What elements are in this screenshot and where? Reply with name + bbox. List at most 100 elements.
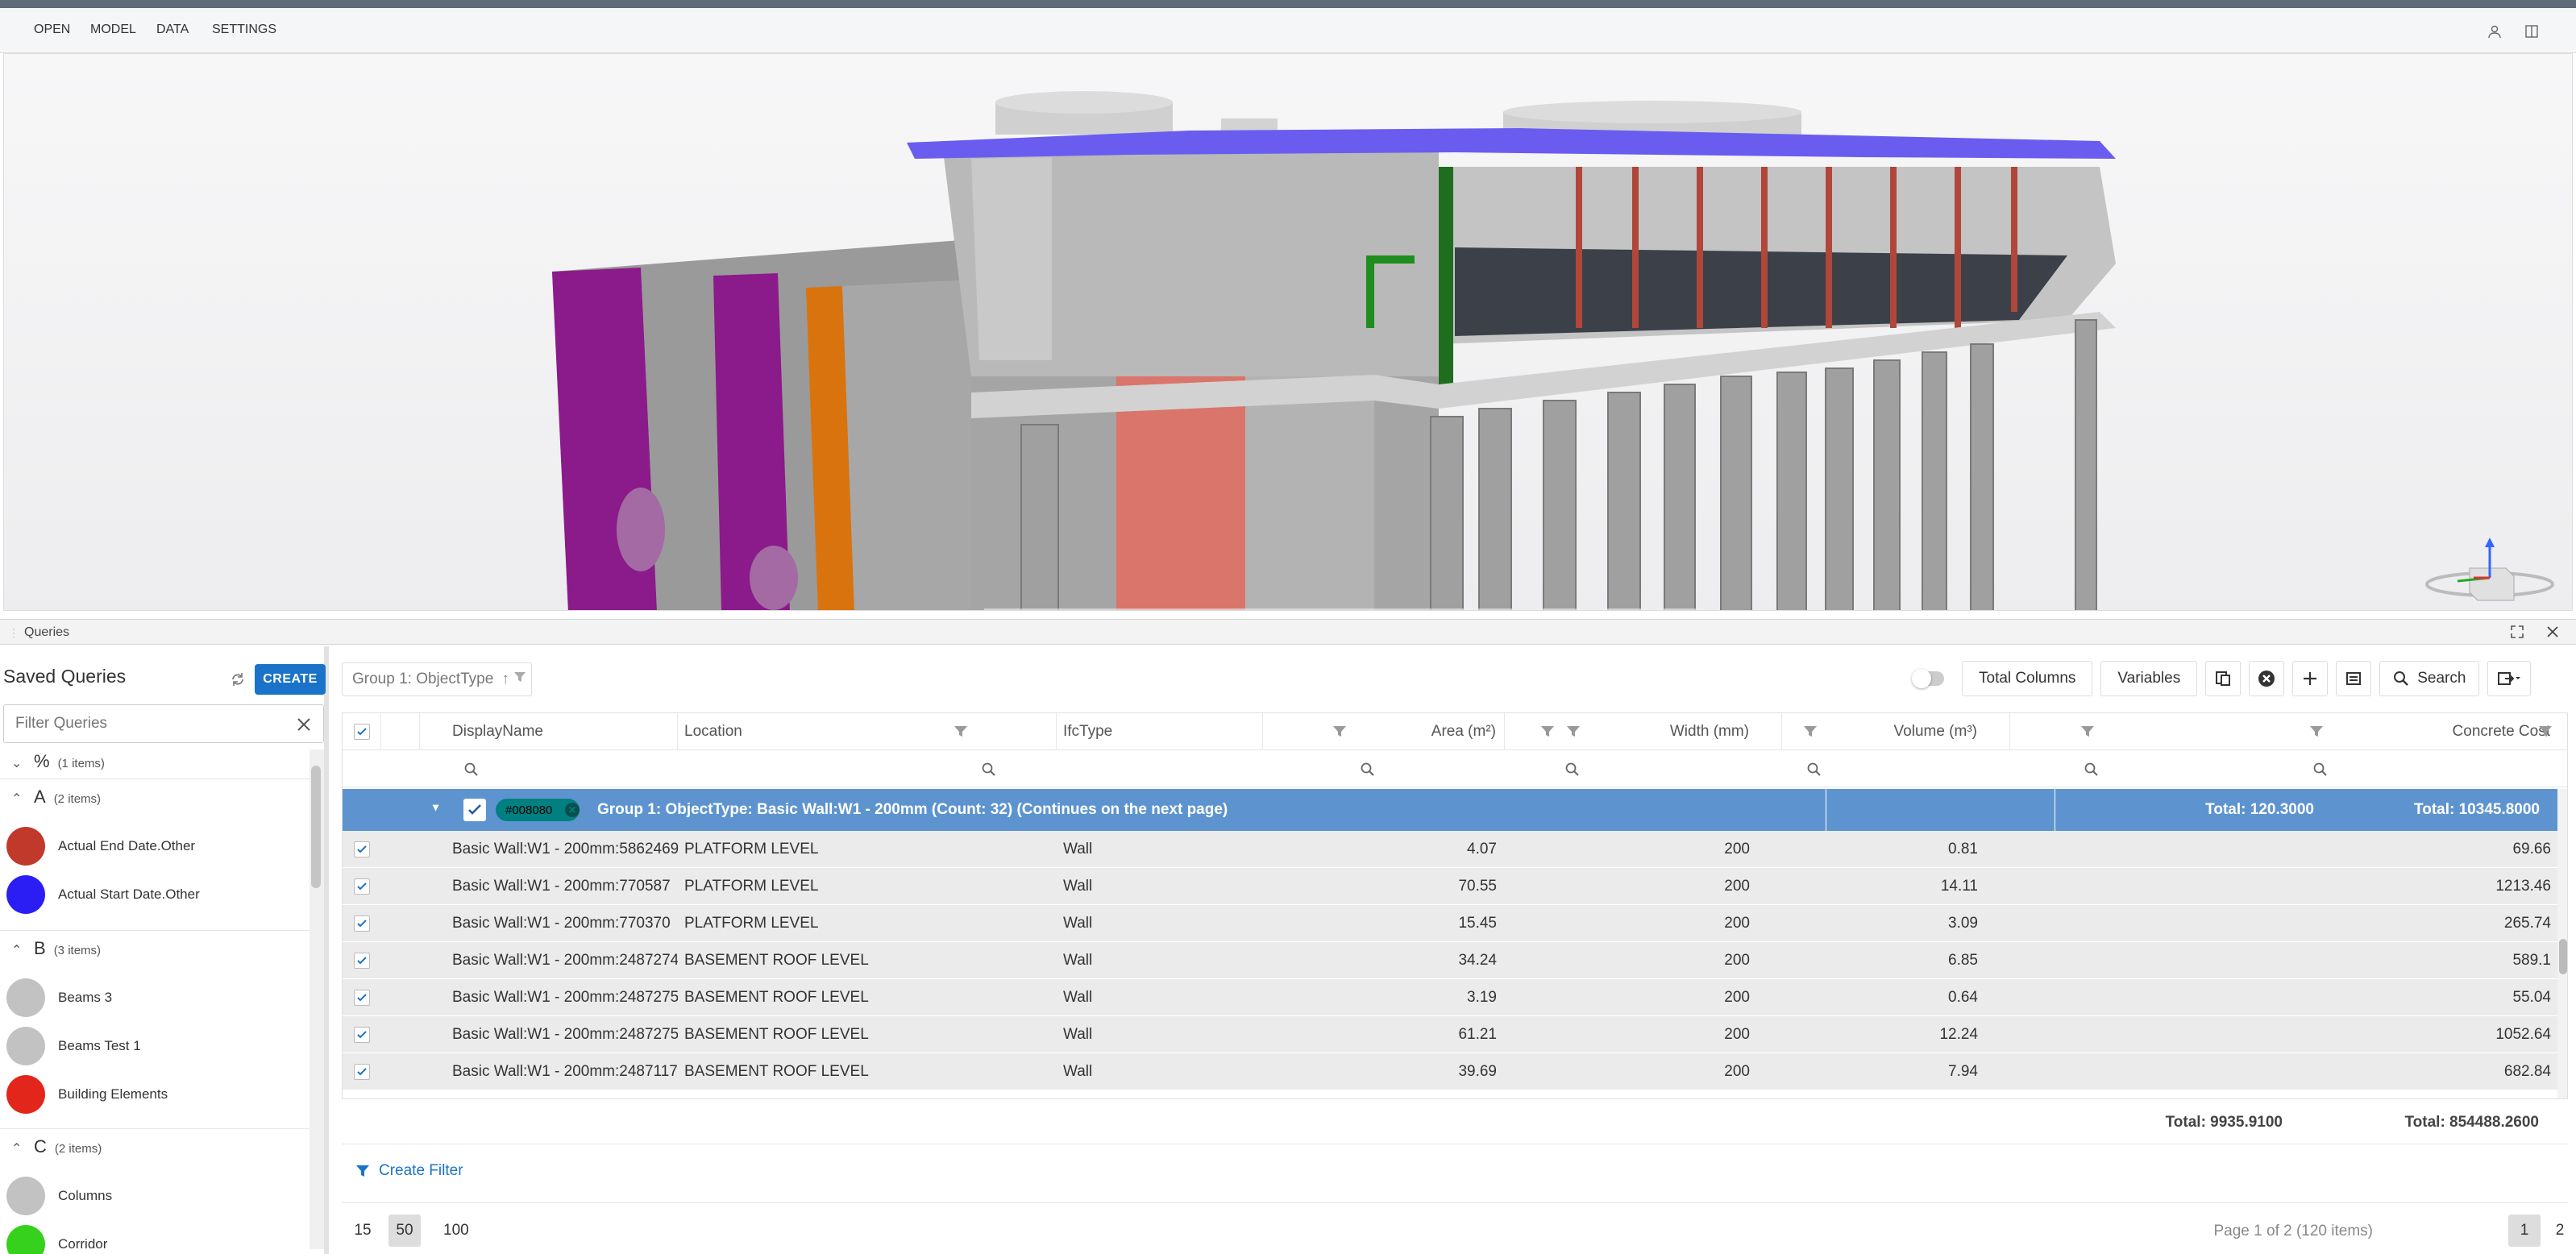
refresh-icon[interactable] (229, 671, 247, 688)
table-row[interactable]: Basic Wall:W1 - 200mm:770587 PLATFORM LEV… (343, 868, 2567, 905)
column-filter-icon[interactable] (2079, 723, 2096, 741)
collapse-caret-icon[interactable]: ▾ (433, 800, 438, 814)
menu-model[interactable]: MODEL (90, 23, 136, 37)
cell-concrete-cost: 1052.64 (2495, 1026, 2551, 1043)
query-color-dot (6, 978, 45, 1017)
row-checkbox[interactable] (354, 1064, 370, 1080)
query-item[interactable]: Columns (6, 1177, 112, 1215)
page-size-15[interactable]: 15 (347, 1215, 379, 1247)
create-filter-link[interactable]: Create Filter (355, 1162, 463, 1180)
search-icon[interactable] (981, 762, 997, 778)
group-row[interactable]: ▾ #008080 ✕ Group 1: ObjectType: Basic W… (343, 789, 2567, 831)
search-button[interactable]: Search (2379, 661, 2480, 696)
maximize-icon[interactable] (2510, 625, 2524, 643)
query-item[interactable]: Beams Test 1 (6, 1027, 141, 1065)
form-icon[interactable] (2336, 661, 2372, 696)
clear-filter-icon[interactable] (294, 715, 314, 734)
select-all-checkbox[interactable] (353, 724, 370, 740)
cell-width: 200 (1724, 952, 1750, 969)
row-checkbox[interactable] (354, 878, 370, 895)
clear-all-icon[interactable] (2249, 661, 2285, 696)
cell-displayname: Basic Wall:W1 - 200mm:770370 (452, 915, 671, 932)
menu-open[interactable]: OPEN (34, 23, 70, 37)
table-row[interactable]: Basic Wall:W1 - 200mm:24872749 BASEMENT R… (343, 942, 2567, 979)
query-group-a[interactable]: ⌃ A (2 items) (11, 787, 101, 808)
group-count: (2 items) (54, 1142, 102, 1156)
menu-settings[interactable]: SETTINGS (212, 23, 276, 37)
page-size-100[interactable]: 100 (437, 1215, 476, 1247)
page-size-50[interactable]: 50 (388, 1215, 421, 1247)
row-checkbox[interactable] (354, 1027, 370, 1043)
cell-area: 4.07 (1467, 841, 1497, 857)
variables-button[interactable]: Variables (2100, 661, 2198, 696)
column-header-area[interactable]: Area (m²) (1263, 713, 1505, 750)
table-row[interactable]: Basic Wall:W1 - 200mm:24872751 BASEMENT R… (343, 979, 2567, 1016)
search-icon (2394, 671, 2409, 686)
cell-ifctype: Wall (1063, 841, 1093, 857)
drag-handle-icon[interactable]: ⋮ (8, 626, 19, 640)
column-header-ifctype[interactable]: IfcType (1057, 713, 1263, 750)
query-item[interactable]: Actual End Date.Other (6, 827, 195, 866)
column-filter-icon[interactable] (1564, 723, 1582, 741)
navigation-cube[interactable] (2425, 536, 2554, 610)
data-grid: DisplayName Location IfcType Area (m²) W… (342, 712, 2568, 1099)
search-icon[interactable] (463, 762, 480, 778)
search-icon[interactable] (2084, 762, 2100, 778)
query-group-percent[interactable]: ⌄% (1 items) (11, 751, 105, 772)
filter-icon[interactable] (513, 670, 527, 689)
search-icon[interactable] (1806, 762, 1822, 778)
columns-chooser-icon[interactable] (2205, 661, 2242, 696)
query-label: Beams Test 1 (58, 1038, 141, 1053)
query-group-c[interactable]: ⌃ C (2 items) (11, 1136, 102, 1157)
filter-queries-input[interactable] (15, 713, 281, 734)
column-filter-icon[interactable] (1801, 723, 1819, 741)
column-filter-icon[interactable] (2537, 723, 2554, 741)
create-query-button[interactable]: CREATE (255, 664, 326, 695)
query-list-scroll-thumb[interactable] (311, 766, 321, 888)
layout-icon[interactable] (2521, 21, 2542, 42)
group-count: (2 items) (53, 792, 102, 806)
search-icon[interactable] (1360, 762, 1376, 778)
row-checkbox[interactable] (354, 953, 370, 969)
table-row[interactable]: Basic Wall:W1 - 200mm:770370 PLATFORM LEV… (343, 905, 2567, 942)
query-color-dot (6, 875, 45, 914)
query-item[interactable]: Beams 3 (6, 978, 112, 1017)
sort-icon[interactable]: ↑ (501, 671, 509, 688)
grid-scroll-thumb[interactable] (2559, 939, 2567, 974)
query-group-b[interactable]: ⌃ B (3 items) (11, 938, 101, 959)
column-header-displayname[interactable]: DisplayName (420, 713, 678, 750)
query-label: Corridor (58, 1236, 108, 1252)
page-1-button[interactable]: 1 (2508, 1215, 2541, 1247)
column-filter-icon[interactable] (2308, 723, 2325, 741)
row-checkbox[interactable] (354, 841, 370, 857)
table-row[interactable]: Basic Wall:W1 - 200mm:24871174 BASEMENT R… (343, 1053, 2567, 1090)
column-filter-icon[interactable] (1331, 723, 1348, 741)
page-2-button[interactable]: 2 (2544, 1215, 2576, 1247)
group-by-chip[interactable]: Group 1: ObjectType ↑ (342, 662, 532, 696)
group-checkbox[interactable] (463, 799, 486, 821)
close-icon[interactable] (2545, 625, 2560, 643)
search-icon[interactable] (2312, 762, 2329, 778)
column-filter-icon[interactable] (952, 723, 970, 741)
export-menu-icon[interactable] (2487, 661, 2532, 696)
add-icon[interactable] (2292, 661, 2329, 696)
table-row[interactable]: Basic Wall:W1 - 200mm:24872753 BASEMENT R… (343, 1016, 2567, 1053)
column-header-location[interactable]: Location (678, 713, 1057, 750)
column-filter-icon[interactable] (1539, 723, 1556, 741)
row-checkbox[interactable] (354, 990, 370, 1006)
badge-close-icon[interactable]: ✕ (565, 803, 580, 817)
table-row[interactable]: Basic Wall:W1 - 200mm:5862469 PLATFORM LE… (343, 831, 2567, 868)
total-columns-button[interactable]: Total Columns (1962, 661, 2093, 696)
toggle-switch[interactable] (1912, 669, 1944, 688)
cell-ifctype: Wall (1063, 989, 1093, 1006)
cell-volume: 7.94 (1948, 1063, 1978, 1080)
cell-concrete-cost: 682.84 (2503, 1063, 2551, 1080)
search-icon[interactable] (1564, 762, 1581, 778)
query-item[interactable]: Building Elements (6, 1075, 168, 1114)
query-item[interactable]: Corridor (6, 1225, 107, 1254)
menu-data[interactable]: DATA (156, 23, 189, 37)
user-icon[interactable] (2484, 21, 2505, 42)
query-item[interactable]: Actual Start Date.Other (6, 875, 200, 914)
3d-model-viewer[interactable]: zz (3, 53, 2573, 611)
row-checkbox[interactable] (354, 916, 370, 932)
